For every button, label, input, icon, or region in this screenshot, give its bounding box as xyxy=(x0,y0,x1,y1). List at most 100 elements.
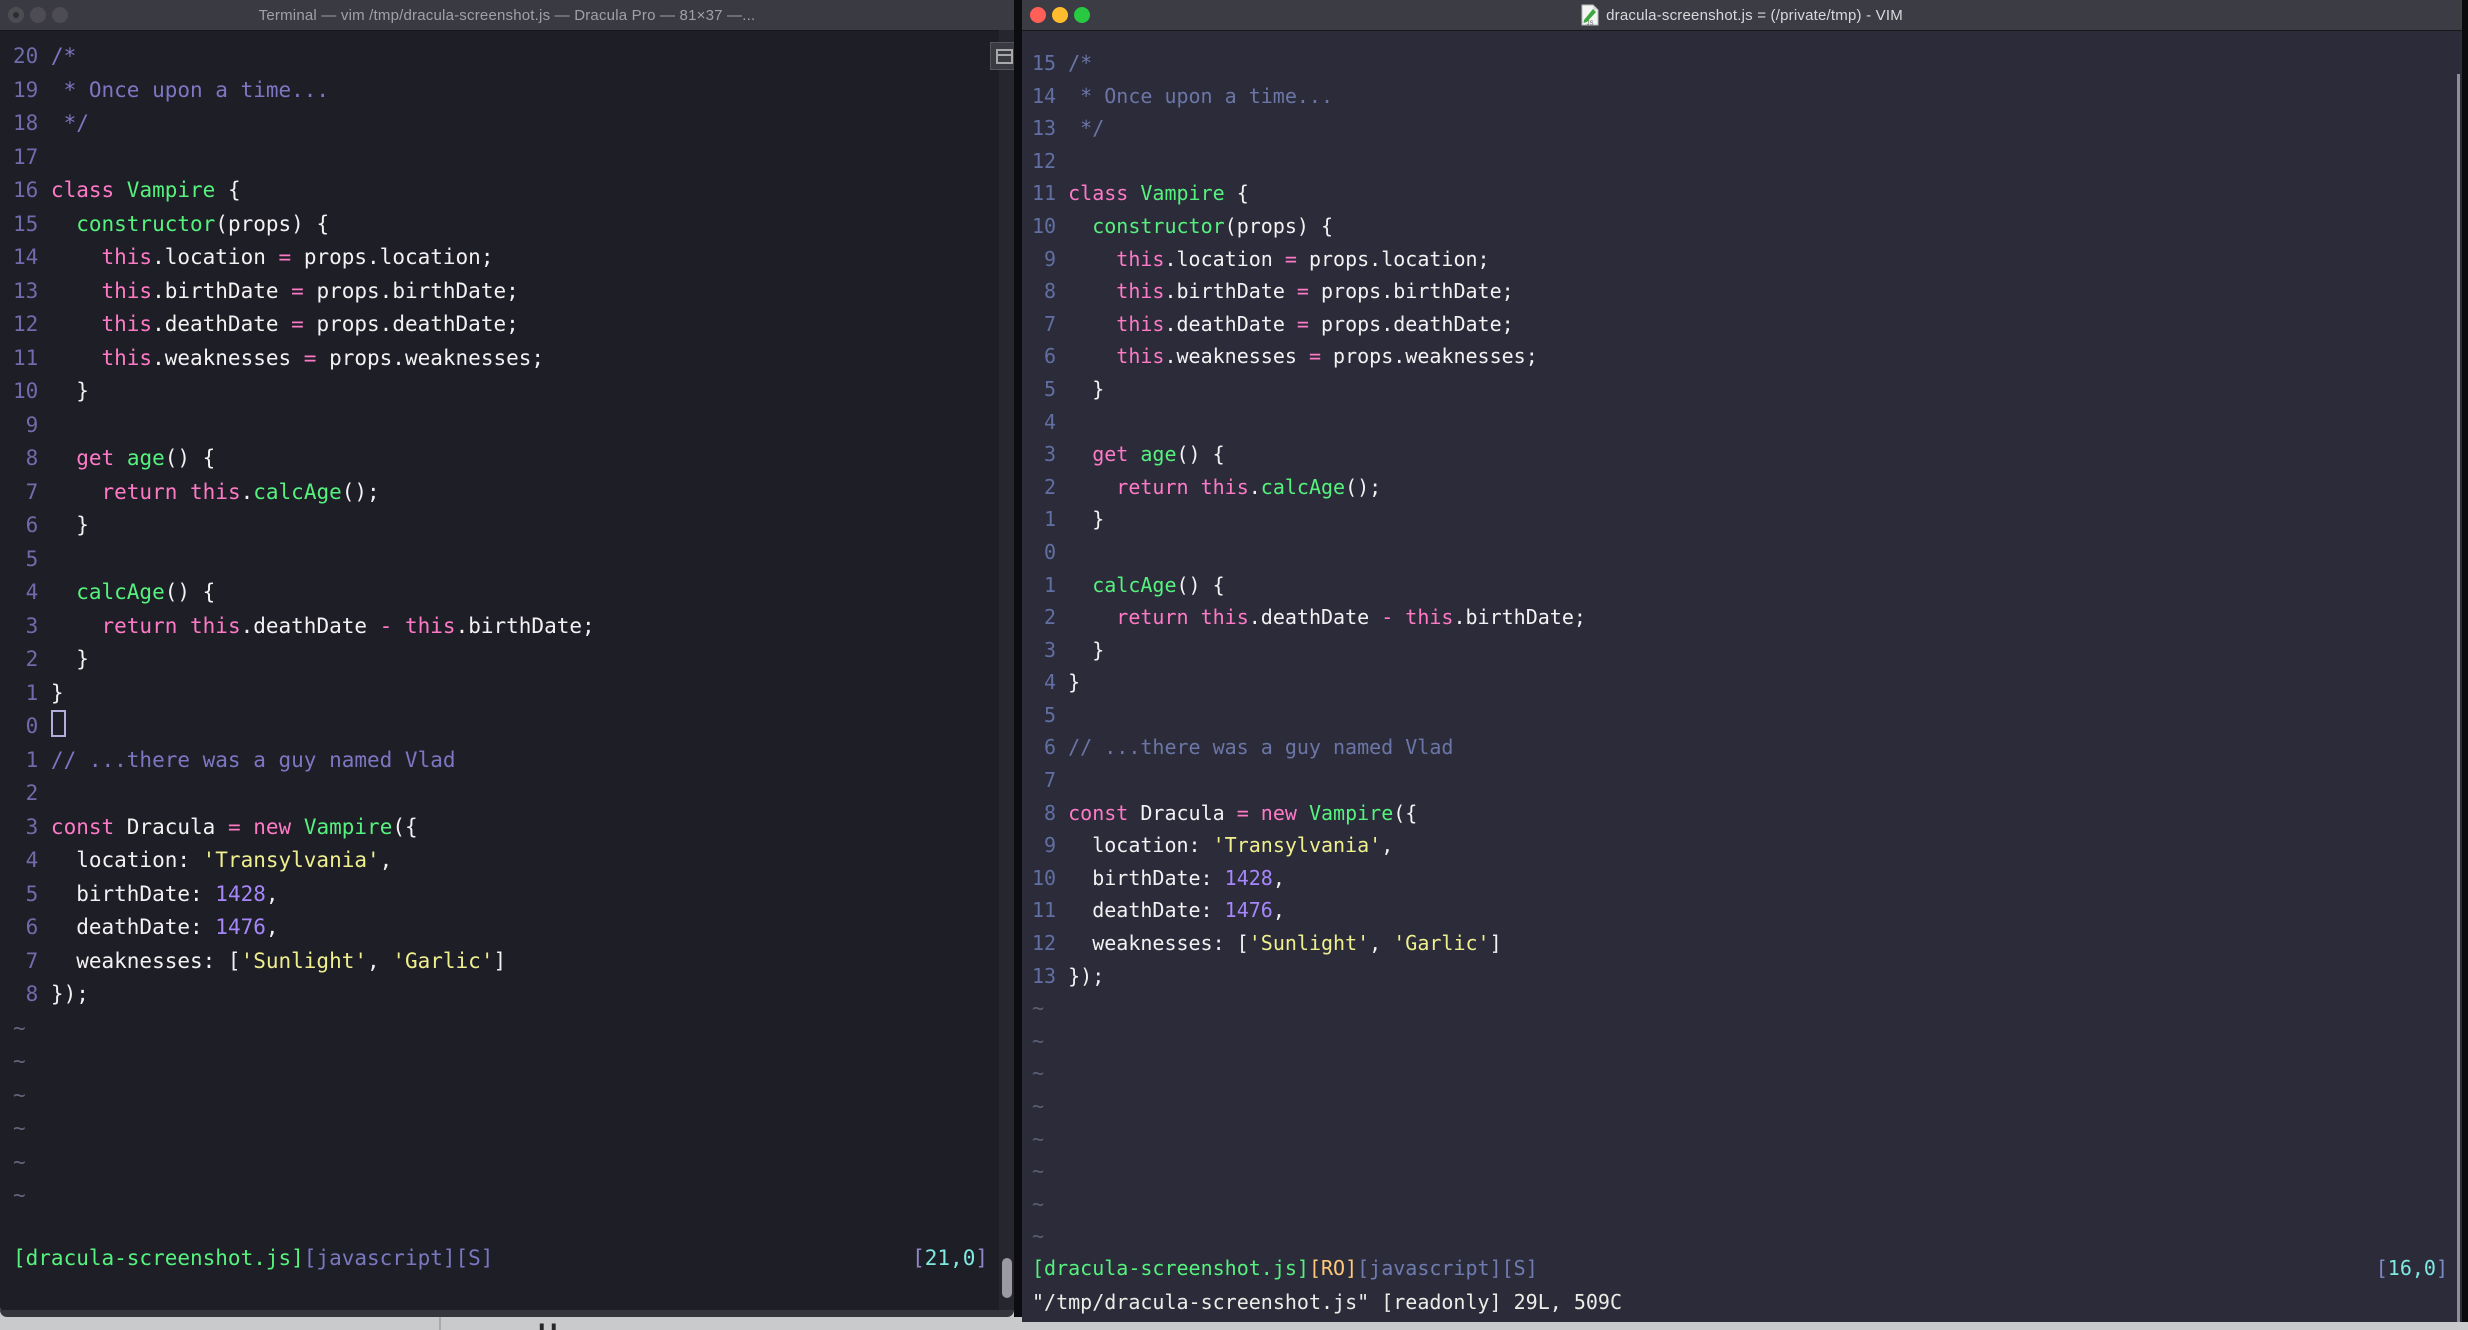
code-token: 'Transylvania' xyxy=(202,848,380,872)
code-token: , xyxy=(265,915,279,939)
close-button-icon[interactable] xyxy=(1030,7,1046,23)
code-line: 8 const Dracula = new Vampire({ xyxy=(1032,797,2462,830)
code-token: 1476 xyxy=(1224,898,1273,923)
code-token: .deathDate xyxy=(1164,311,1297,336)
code-token: [dracula-screenshot.js] xyxy=(13,1246,304,1270)
line-number: 6 xyxy=(25,915,39,939)
code-token: /* xyxy=(1068,51,1093,75)
code-line: 11 this.weaknesses = props.weaknesses; xyxy=(13,342,1014,376)
code-token: birthDate: xyxy=(50,881,216,906)
minimize-button-icon[interactable] xyxy=(30,7,46,23)
code-token: props.location; xyxy=(291,245,494,269)
code-token: Vampire xyxy=(303,814,393,839)
code-token: const xyxy=(50,814,115,839)
tilde-marker: ~ xyxy=(13,1116,26,1140)
code-token: [ xyxy=(912,1246,925,1270)
vim-buffer-left[interactable]: 20/* 19 * Once upon a time... 18 */17 16 cla… xyxy=(0,40,1014,1213)
code-line: 3 } xyxy=(1032,634,2462,667)
code-token: .deathDate xyxy=(152,312,292,336)
scrollbar-thumb[interactable] xyxy=(2457,74,2460,1322)
line-number: 8 xyxy=(25,446,39,470)
code-token: , xyxy=(379,848,393,872)
code-line: 10 constructor(props) { xyxy=(1032,210,2462,243)
code-token: this xyxy=(190,479,241,504)
code-token: = xyxy=(291,278,304,303)
edited-dot-icon xyxy=(13,12,19,18)
code-token: } xyxy=(50,680,64,705)
line-number: 13 xyxy=(1032,963,1057,988)
code-line: 5 birthDate: 1428, xyxy=(13,878,1014,912)
code-token: props.weaknesses; xyxy=(316,345,545,370)
code-token: this xyxy=(1116,311,1165,336)
code-line: 9 location: 'Transylvania', xyxy=(1032,829,2462,862)
code-token: = xyxy=(1296,311,1309,336)
code-line: 18 */ xyxy=(13,107,1014,141)
code-line: 5 } xyxy=(1032,373,2462,406)
code-line: 4 calcAge() { xyxy=(13,576,1014,610)
line-number: 6 xyxy=(25,513,39,537)
code-token: return xyxy=(101,479,178,504)
code-token: ({ xyxy=(392,814,418,839)
line-number: 14 xyxy=(1032,83,1057,108)
code-token: * Once upon a time... xyxy=(1068,83,1334,108)
line-number: 10 xyxy=(13,379,39,403)
line-number: 6 xyxy=(1044,344,1057,369)
split-pane-icon xyxy=(995,48,1013,64)
code-token: ] xyxy=(975,1246,988,1270)
traffic-lights xyxy=(1030,7,1090,23)
code-token: .birthDate; xyxy=(455,613,595,638)
code-token: this xyxy=(1116,246,1165,271)
line-number: 2 xyxy=(1044,605,1057,630)
close-button-icon[interactable] xyxy=(8,7,24,23)
code-line: 8 this.birthDate = props.birthDate; xyxy=(1032,275,2462,308)
code-token: , xyxy=(1272,898,1285,923)
code-token: this xyxy=(1200,474,1249,499)
code-token: }); xyxy=(50,982,89,1006)
line-number: 20 xyxy=(13,44,39,68)
line-number: 4 xyxy=(1044,409,1057,434)
code-token: Vampire xyxy=(126,178,216,202)
macvim-titlebar[interactable]: JS dracula-screenshot.js = (/private/tmp… xyxy=(1022,0,2462,31)
code-token: Vampire xyxy=(1308,800,1394,825)
zoom-button-icon[interactable] xyxy=(1074,7,1090,23)
line-number: 7 xyxy=(1044,768,1057,793)
code-token: new xyxy=(1260,800,1297,825)
code-line: 1 } xyxy=(1032,503,2462,536)
code-line: 7 this.deathDate = props.deathDate; xyxy=(1032,308,2462,341)
code-token: = xyxy=(291,312,304,336)
scrollbar-thumb[interactable] xyxy=(1002,1258,1012,1298)
code-token: 16,0 xyxy=(2387,1256,2436,1280)
terminal-titlebar[interactable]: Terminal — vim /tmp/dracula-screenshot.j… xyxy=(0,0,1014,31)
scrollbar-track[interactable] xyxy=(990,30,1018,1310)
code-token: } xyxy=(50,647,89,671)
line-number: 1 xyxy=(1044,507,1057,532)
document-icon: JS xyxy=(1581,4,1599,26)
code-token: deathDate: xyxy=(1068,898,1225,923)
code-token: this xyxy=(1116,279,1165,304)
vim-buffer-right[interactable]: 15/* 14 * Once upon a time... 13 */12 11 cla… xyxy=(1022,47,2462,1253)
code-line: 6 deathDate: 1476, xyxy=(13,911,1014,945)
code-token: this xyxy=(1405,605,1454,630)
minimize-button-icon[interactable] xyxy=(1052,7,1068,23)
code-token: // ...there was a guy named Vlad xyxy=(1068,735,1454,760)
code-token: Dracula xyxy=(1128,800,1237,825)
code-line: 8 get age() { xyxy=(13,442,1014,476)
code-token: - xyxy=(379,613,393,638)
line-number: 13 xyxy=(1032,116,1057,141)
line-number: 3 xyxy=(1044,442,1057,467)
code-token: .weaknesses xyxy=(1164,344,1309,369)
line-number: 4 xyxy=(25,848,39,872)
code-line: 20 /* xyxy=(13,40,1014,74)
code-line: 3 get age() { xyxy=(1032,438,2462,471)
code-token: [javascript][S] xyxy=(1357,1256,1538,1280)
code-token: this xyxy=(1200,605,1249,630)
code-token: props.deathDate; xyxy=(1308,311,1514,336)
tilde-marker: ~ xyxy=(1032,996,1045,1021)
zoom-button-icon[interactable] xyxy=(52,7,68,23)
tilde-line: ~ xyxy=(1032,1220,2462,1253)
terminal-window: Terminal — vim /tmp/dracula-screenshot.j… xyxy=(0,0,1018,1317)
